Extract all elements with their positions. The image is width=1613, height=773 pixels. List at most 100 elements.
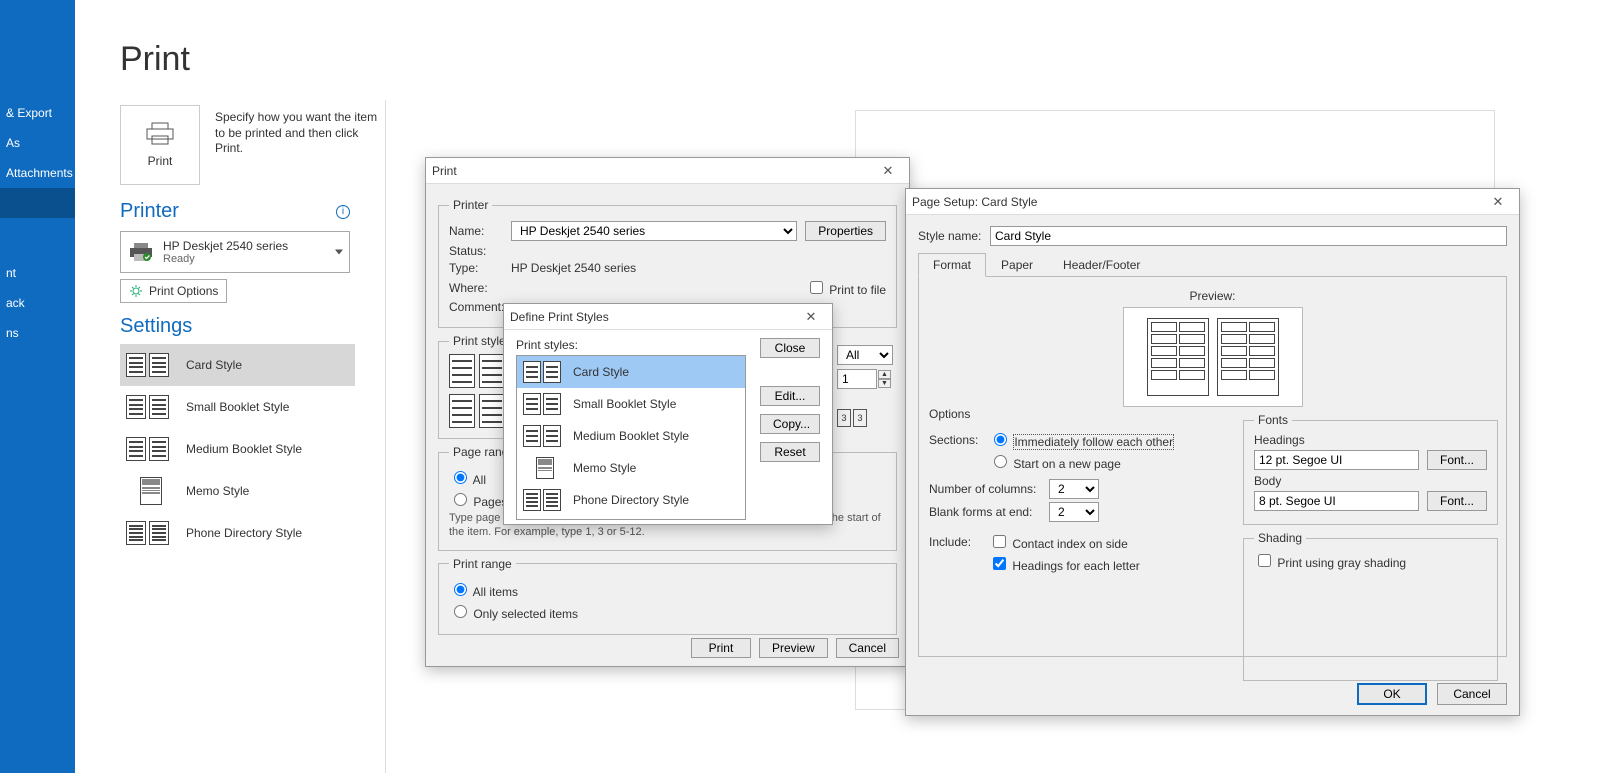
- blank-forms-label: Blank forms at end:: [929, 505, 1049, 519]
- card-style-icon: [126, 353, 176, 377]
- small-booklet-icon: [126, 395, 176, 419]
- setup-cancel-button[interactable]: Cancel: [1437, 683, 1507, 705]
- nav-export[interactable]: & Export: [0, 98, 75, 128]
- style-small-booklet[interactable]: Small Booklet Style: [120, 386, 355, 428]
- blank-forms-select[interactable]: 2: [1049, 502, 1099, 522]
- headings-font-button[interactable]: Font...: [1427, 450, 1487, 470]
- comment-label: Comment:: [449, 300, 511, 314]
- tab-paper[interactable]: Paper: [986, 253, 1048, 277]
- phone-directory-icon: [126, 521, 176, 545]
- print-dialog-print-button[interactable]: Print: [691, 638, 751, 658]
- print-range-all-radio[interactable]: All items: [449, 580, 518, 599]
- print-range-group: Print range All items Only selected item…: [438, 557, 897, 635]
- name-label: Name:: [449, 224, 511, 238]
- page-title: Print: [120, 40, 190, 79]
- list-item[interactable]: Memo Style: [517, 452, 745, 484]
- printer-name: HP Deskjet 2540 series: [163, 239, 288, 253]
- printer-group-label: Printer: [449, 198, 492, 212]
- close-icon[interactable]: ✕: [1483, 192, 1513, 212]
- list-item[interactable]: Medium Booklet Style: [517, 420, 745, 452]
- sections-newpage-radio[interactable]: Start on a new page: [989, 452, 1121, 471]
- page-range-pages-radio[interactable]: Pages:: [449, 490, 511, 509]
- properties-button[interactable]: Properties: [805, 221, 886, 241]
- print-dialog-cancel-button[interactable]: Cancel: [836, 638, 899, 658]
- divider: [385, 100, 386, 773]
- close-icon[interactable]: ✕: [873, 161, 903, 181]
- body-font-input[interactable]: [1254, 491, 1419, 511]
- status-label: Status:: [449, 244, 511, 258]
- headings-label: Headings: [1254, 433, 1487, 447]
- print-to-file-label: Print to file: [829, 283, 886, 297]
- nav-print[interactable]: [0, 188, 75, 218]
- setup-ok-button[interactable]: OK: [1357, 683, 1427, 705]
- printer-dropdown[interactable]: HP Deskjet 2540 series Ready: [120, 231, 350, 273]
- print-options-label: Print Options: [149, 284, 218, 298]
- printer-icon: [145, 122, 175, 146]
- styles-close-button[interactable]: Close: [760, 338, 820, 358]
- print-styles-list[interactable]: Card Style Small Booklet Style Medium Bo…: [516, 355, 746, 520]
- printer-name-select[interactable]: HP Deskjet 2540 series: [511, 221, 797, 241]
- info-icon[interactable]: i: [336, 205, 350, 219]
- copies-input[interactable]: [837, 369, 877, 389]
- print-button-tile[interactable]: Print: [120, 105, 200, 185]
- styles-edit-button[interactable]: Edit...: [760, 386, 820, 406]
- print-range-selected-radio[interactable]: Only selected items: [449, 602, 578, 621]
- headings-font-input[interactable]: [1254, 450, 1419, 470]
- chevron-down-icon: [335, 250, 343, 255]
- list-item[interactable]: Small Booklet Style: [517, 388, 745, 420]
- num-cols-select[interactable]: 2: [1049, 479, 1099, 499]
- shading-group: Shading Print using gray shading: [1243, 531, 1498, 681]
- style-card[interactable]: Card Style: [120, 344, 355, 386]
- printer-device-icon: [129, 242, 153, 262]
- setup-dialog-title: Page Setup: Card Style: [912, 195, 1037, 209]
- print-range-group-label: Print range: [449, 557, 516, 571]
- sections-label: Sections:: [929, 433, 989, 447]
- include-headings-checkbox[interactable]: Headings for each letter: [989, 554, 1140, 573]
- nav-saveas[interactable]: As: [0, 128, 75, 158]
- type-value: HP Deskjet 2540 series: [511, 261, 636, 275]
- style-label: Medium Booklet Style: [186, 442, 302, 456]
- define-print-styles-dialog: Define Print Styles ✕ Print styles: Card…: [503, 303, 833, 525]
- include-contact-index-checkbox[interactable]: Contact index on side: [989, 532, 1128, 551]
- collate-icon: 3 3: [837, 409, 897, 427]
- gray-shading-checkbox[interactable]: Print using gray shading: [1254, 556, 1406, 570]
- style-label: Small Booklet Style: [186, 400, 289, 414]
- print-options-button[interactable]: Print Options: [120, 279, 227, 303]
- list-item[interactable]: Phone Directory Style: [517, 484, 745, 516]
- fonts-group: Fonts Headings Font... Body Font...: [1243, 413, 1498, 525]
- style-label: Phone Directory Style: [186, 526, 302, 540]
- print-tile-label: Print: [148, 154, 173, 168]
- body-font-button[interactable]: Font...: [1427, 491, 1487, 511]
- list-item[interactable]: Card Style: [517, 356, 745, 388]
- style-memo[interactable]: Memo Style: [120, 470, 355, 512]
- preview-box: [1123, 307, 1303, 407]
- style-name-input[interactable]: [990, 226, 1507, 246]
- tab-format[interactable]: Format: [918, 253, 986, 277]
- styles-copy-button[interactable]: Copy...: [760, 414, 820, 434]
- settings-heading: Settings: [120, 315, 355, 338]
- sections-follow-radio[interactable]: Immediately follow each other: [989, 430, 1174, 449]
- page-range-all-radio[interactable]: All: [449, 468, 486, 487]
- styles-reset-button[interactable]: Reset: [760, 442, 820, 462]
- shading-group-label: Shading: [1254, 531, 1306, 545]
- preview-label: Preview:: [1123, 289, 1303, 303]
- side-nav: & Export As Attachments nt ack ns: [0, 0, 75, 773]
- styles-dialog-title: Define Print Styles: [510, 310, 609, 324]
- print-to-file-checkbox[interactable]: Print to file: [806, 278, 886, 297]
- tab-header-footer[interactable]: Header/Footer: [1048, 253, 1155, 277]
- memo-style-icon: [126, 477, 176, 505]
- nav-feedback[interactable]: ack: [0, 288, 75, 318]
- options-group: Options Sections: Immediately follow eac…: [929, 407, 1229, 576]
- print-dialog-preview-button[interactable]: Preview: [759, 638, 828, 658]
- copies-all-select[interactable]: All: [837, 345, 893, 365]
- print-styles-label: Print styles:: [516, 338, 748, 352]
- gear-icon: [129, 284, 143, 298]
- include-label: Include:: [929, 535, 989, 549]
- page-setup-dialog: Page Setup: Card Style ✕ Style name: For…: [905, 188, 1520, 716]
- close-icon[interactable]: ✕: [796, 307, 826, 327]
- nav-account[interactable]: nt: [0, 258, 75, 288]
- style-phone-directory[interactable]: Phone Directory Style: [120, 512, 355, 554]
- nav-options[interactable]: ns: [0, 318, 75, 348]
- nav-attachments[interactable]: Attachments: [0, 158, 75, 188]
- style-medium-booklet[interactable]: Medium Booklet Style: [120, 428, 355, 470]
